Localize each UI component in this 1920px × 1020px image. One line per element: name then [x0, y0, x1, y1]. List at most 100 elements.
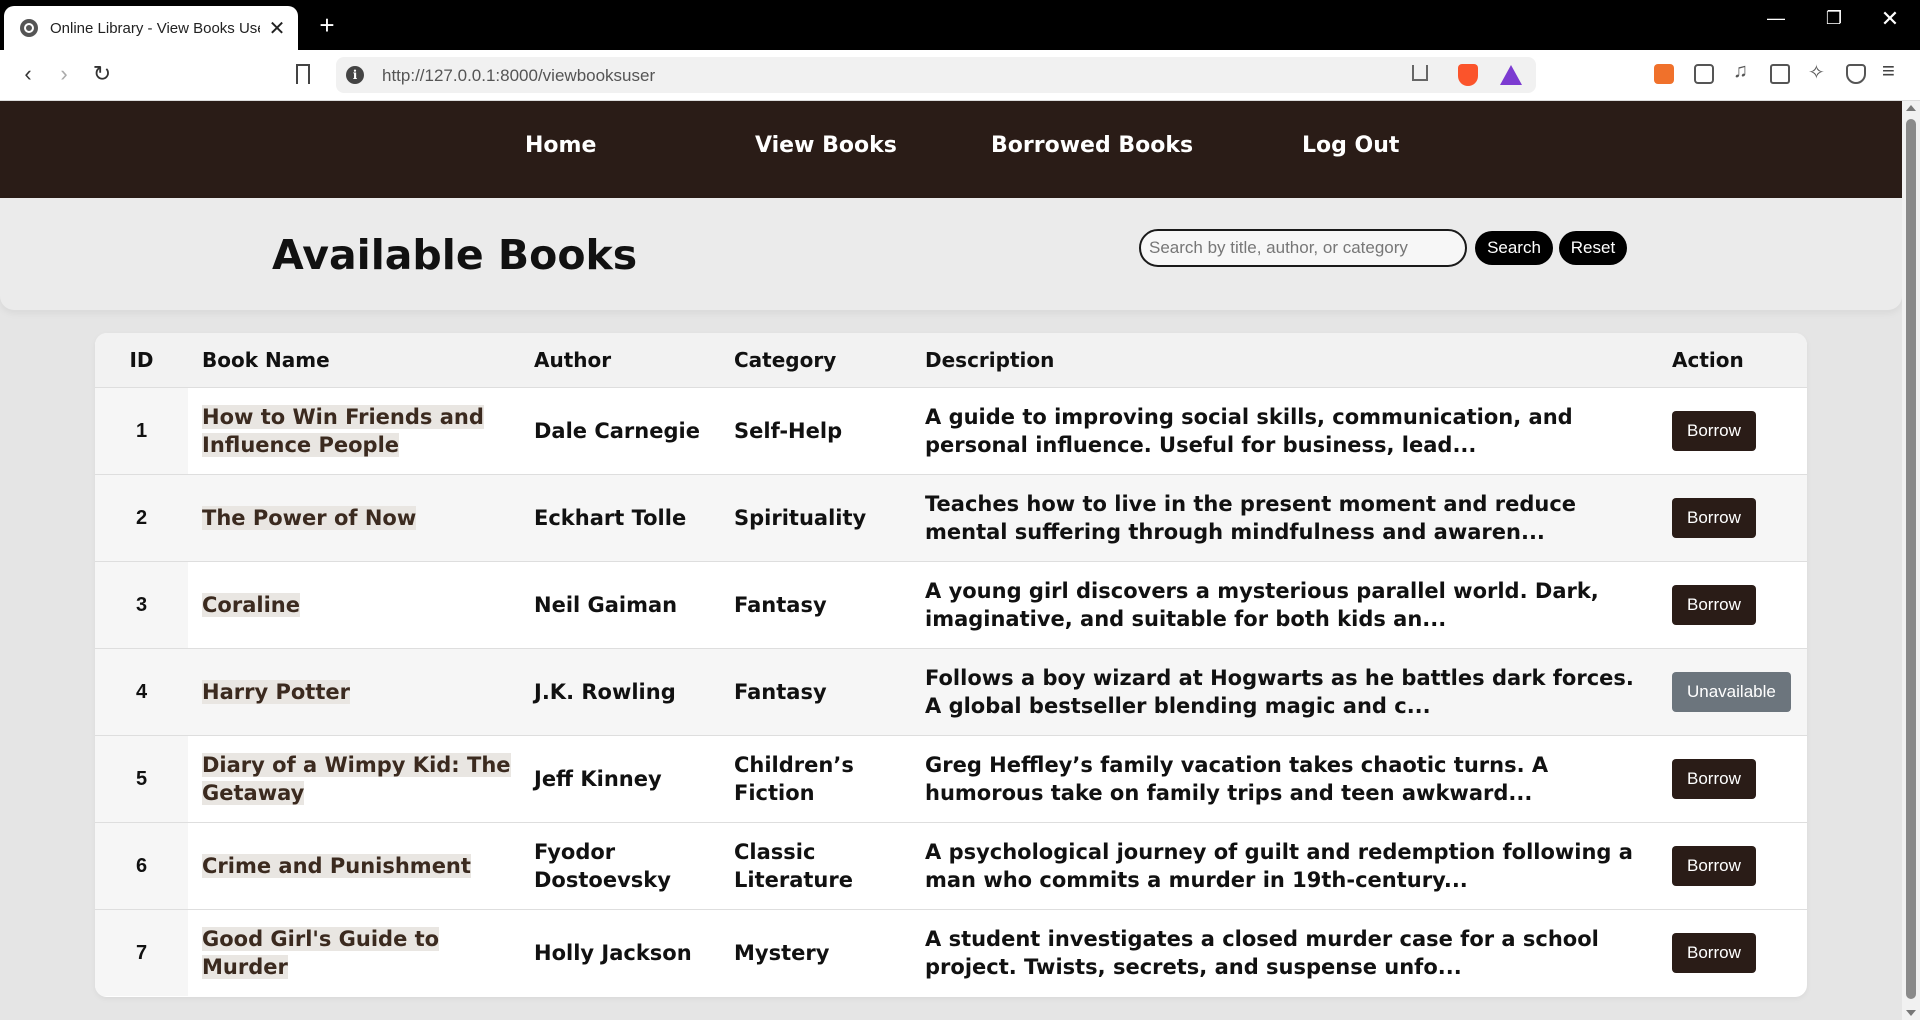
table-row: 6 Crime and Punishment Fyodor Dostoevsky…	[95, 822, 1807, 909]
brave-rewards-icon[interactable]	[1500, 65, 1522, 85]
close-tab-icon[interactable]: ✕	[268, 16, 286, 41]
table-row: 4 Harry Potter J.K. Rowling Fantasy Foll…	[95, 648, 1807, 735]
back-icon[interactable]: ‹	[14, 61, 42, 87]
reload-icon[interactable]: ↻	[88, 61, 116, 87]
book-id: 2	[95, 474, 188, 561]
nav-borrowed-books-link[interactable]: Borrowed Books	[991, 133, 1193, 158]
column-header-author: Author	[520, 333, 720, 388]
borrow-button[interactable]: Borrow	[1672, 758, 1756, 799]
unavailable-button[interactable]: Unavailable	[1672, 671, 1791, 712]
book-category: Spirituality	[734, 505, 867, 530]
book-description: A student investigates a closed murder c…	[925, 926, 1599, 979]
book-id: 4	[95, 648, 188, 735]
globe-icon	[20, 19, 38, 37]
bookmark-icon[interactable]	[296, 64, 310, 84]
book-author: Dale Carnegie	[534, 418, 700, 443]
book-author: J.K. Rowling	[534, 679, 676, 704]
menu-icon[interactable]: ≡	[1882, 58, 1902, 83]
book-id: 3	[95, 561, 188, 648]
borrow-button[interactable]: Borrow	[1672, 932, 1756, 973]
nav-home-link[interactable]: Home	[525, 133, 596, 158]
browser-toolbar: ‹ › ↻ i http://127.0.0.1:8000/viewbooksu…	[0, 50, 1920, 101]
table-row: 3 Coraline Neil Gaiman Fantasy A young g…	[95, 561, 1807, 648]
book-author: Eckhart Tolle	[534, 505, 687, 530]
share-icon[interactable]	[1412, 65, 1428, 81]
book-description: Follows a boy wizard at Hogwarts as he b…	[925, 665, 1634, 718]
column-header-category: Category	[720, 333, 911, 388]
reset-button[interactable]: Reset	[1559, 231, 1627, 265]
book-title-link[interactable]: Harry Potter	[202, 679, 350, 704]
search-input[interactable]	[1139, 229, 1467, 267]
table-body: 1 How to Win Friends and Influence Peopl…	[95, 387, 1807, 996]
borrow-button[interactable]: Borrow	[1672, 845, 1756, 886]
brave-shields-icon[interactable]	[1458, 64, 1478, 86]
book-description: A guide to improving social skills, comm…	[925, 404, 1573, 457]
table-header-row: ID Book Name Author Category Description…	[95, 333, 1807, 388]
book-author: Neil Gaiman	[534, 592, 678, 617]
book-description: Greg Heffley’s family vacation takes cha…	[925, 752, 1549, 805]
book-category: Classic Literature	[734, 839, 853, 892]
book-id: 6	[95, 822, 188, 909]
sidebar-icon[interactable]	[1770, 64, 1790, 84]
browser-tab[interactable]: Online Library - View Books User ✕	[4, 6, 298, 50]
book-author: Jeff Kinney	[534, 766, 662, 791]
book-author: Fyodor Dostoevsky	[534, 839, 671, 892]
leo-icon[interactable]: ✧	[1808, 60, 1828, 84]
table-row: 7 Good Girl's Guide to Murder Holly Jack…	[95, 909, 1807, 996]
book-title-link[interactable]: Coraline	[202, 592, 300, 617]
books-table-card: ID Book Name Author Category Description…	[95, 333, 1807, 997]
scrollbar-thumb[interactable]	[1906, 119, 1916, 999]
site-navbar: Home View Books Borrowed Books Log Out	[0, 101, 1902, 198]
books-table: ID Book Name Author Category Description…	[95, 333, 1807, 996]
info-icon[interactable]: i	[346, 66, 364, 84]
book-title-link[interactable]: Good Girl's Guide to Murder	[202, 926, 440, 979]
close-window-button[interactable]: ✕	[1870, 6, 1910, 32]
page-scrollbar[interactable]	[1902, 101, 1920, 1020]
nav-view-books-link[interactable]: View Books	[755, 133, 897, 158]
url-text[interactable]: http://127.0.0.1:8000/viewbooksuser	[382, 66, 655, 86]
book-category: Mystery	[734, 940, 830, 965]
nav-logout-link[interactable]: Log Out	[1302, 133, 1399, 158]
minimize-button[interactable]: —	[1756, 8, 1796, 29]
book-description: A young girl discovers a mysterious para…	[925, 578, 1599, 631]
book-description: A psychological journey of guilt and red…	[925, 839, 1633, 892]
restore-button[interactable]: ❐	[1814, 8, 1854, 29]
borrow-button[interactable]: Borrow	[1672, 497, 1756, 538]
book-title-link[interactable]: Diary of a Wimpy Kid: The Getaway	[202, 752, 511, 805]
address-bar[interactable]: i http://127.0.0.1:8000/viewbooksuser	[336, 57, 1536, 93]
table-row: 1 How to Win Friends and Influence Peopl…	[95, 387, 1807, 474]
book-title-link[interactable]: How to Win Friends and Influence People	[202, 404, 484, 457]
search-button[interactable]: Search	[1475, 231, 1553, 265]
book-id: 1	[95, 387, 188, 474]
book-category: Children’s Fiction	[734, 752, 854, 805]
page-viewport: Home View Books Borrowed Books Log Out A…	[0, 101, 1902, 1020]
book-category: Fantasy	[734, 592, 827, 617]
column-header-id: ID	[95, 333, 188, 388]
book-author: Holly Jackson	[534, 940, 692, 965]
puzzle-icon[interactable]	[1694, 64, 1714, 84]
book-category: Fantasy	[734, 679, 827, 704]
page-title: Available Books	[272, 231, 638, 279]
vpn-icon[interactable]	[1846, 64, 1866, 84]
new-tab-button[interactable]: +	[312, 10, 342, 41]
book-category: Self-Help	[734, 418, 843, 443]
column-header-action: Action	[1658, 333, 1807, 388]
book-title-link[interactable]: Crime and Punishment	[202, 853, 471, 878]
forward-icon[interactable]: ›	[50, 61, 78, 87]
book-id: 7	[95, 909, 188, 996]
tab-title: Online Library - View Books User	[50, 19, 260, 37]
table-row: 5 Diary of a Wimpy Kid: The Getaway Jeff…	[95, 735, 1807, 822]
book-description: Teaches how to live in the present momen…	[925, 491, 1577, 544]
scroll-down-icon[interactable]	[1906, 1010, 1916, 1016]
book-id: 5	[95, 735, 188, 822]
music-icon[interactable]: ♫	[1733, 60, 1753, 82]
extension-icon[interactable]	[1654, 64, 1674, 84]
book-title-link[interactable]: The Power of Now	[202, 505, 417, 530]
borrow-button[interactable]: Borrow	[1672, 410, 1756, 451]
scroll-up-icon[interactable]	[1906, 105, 1916, 111]
browser-tab-strip: Online Library - View Books User ✕ + — ❐…	[0, 0, 1920, 50]
column-header-description: Description	[911, 333, 1658, 388]
table-row: 2 The Power of Now Eckhart Tolle Spiritu…	[95, 474, 1807, 561]
borrow-button[interactable]: Borrow	[1672, 584, 1756, 625]
column-header-book-name: Book Name	[188, 333, 520, 388]
